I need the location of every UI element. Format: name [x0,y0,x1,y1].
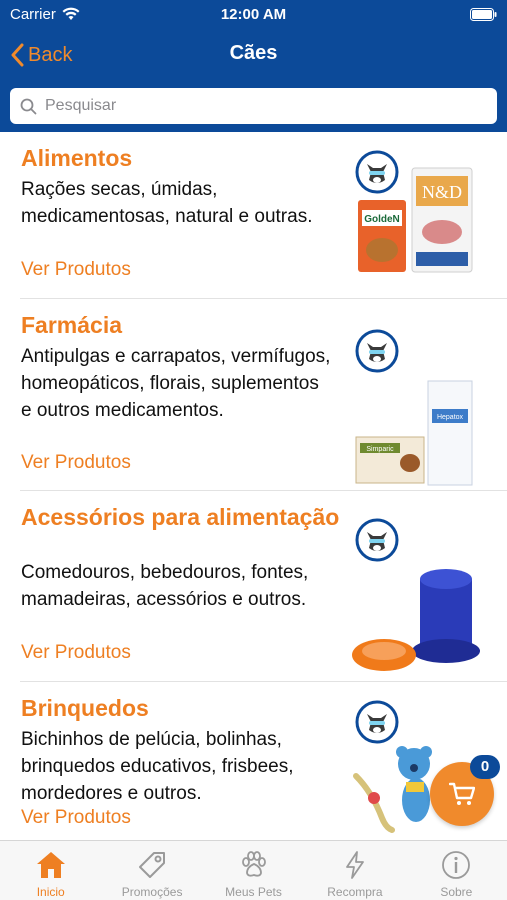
cart-icon [449,782,475,805]
status-bar: Carrier 12:00 AM [0,0,507,30]
category-item-acessorios[interactable]: Acessórios para alimentação Comedouros, … [0,491,507,681]
category-title: Brinquedos [21,695,149,721]
search-bar [0,80,507,132]
dog-badge-icon [355,700,399,744]
medicine-boxes-icon: Hepatox Simparic [355,380,473,486]
svg-text:Hepatox: Hepatox [437,414,464,421]
tab-promocoes[interactable]: Promoções [101,841,202,900]
status-time: 12:00 AM [220,6,287,23]
category-list: Alimentos Rações secas, úmidas, medicame… [0,132,507,840]
ver-produtos-link[interactable]: Ver Produtos [21,258,131,282]
category-description: Comedouros, bebedouros, fontes, mamadeir… [21,562,309,610]
cart-count-badge: 0 [470,755,500,779]
tag-icon [139,852,166,878]
page-title: Cães [229,42,278,64]
info-icon [442,851,471,879]
svg-text:GoldeN: GoldeN [364,214,400,225]
tab-bar: Inicio Promoções Meus Pets Recompra Sobr… [0,840,507,900]
category-item-farmacia[interactable]: Farmácia Antipulgas e carrapatos, vermíf… [0,299,507,490]
tab-label: Promoções [121,885,183,899]
tab-label: Sobre [440,885,473,899]
category-title: Acessórios para alimentação [21,504,340,530]
tab-meus-pets[interactable]: Meus Pets [203,841,304,900]
category-item-brinquedos[interactable]: Brinquedos Bichinhos de pelúcia, bolinha… [0,682,507,840]
category-description: Rações secas, úmidas, medicamentosas, na… [21,179,313,227]
svg-text:N&D: N&D [422,182,462,202]
tab-label: Inicio [36,885,65,899]
battery-icon [470,8,497,21]
dog-food-packages-icon: N&D GoldeN [358,167,473,273]
category-item-alimentos[interactable]: Alimentos Rações secas, úmidas, medicame… [0,132,507,298]
tab-label: Meus Pets [225,885,282,899]
ver-produtos-link[interactable]: Ver Produtos [21,451,131,475]
category-description: Bichinhos de pelúcia, bolinhas, brinqued… [21,729,294,804]
tab-label: Recompra [327,885,383,899]
paw-icon [241,851,266,877]
search-field[interactable] [10,88,497,124]
ver-produtos-link[interactable]: Ver Produtos [21,806,131,830]
dog-badge-icon [355,518,399,562]
bowl-and-water-dispenser-icon [352,569,480,671]
lightning-icon [346,851,364,879]
svg-text:Simparic: Simparic [366,446,394,453]
ver-produtos-link[interactable]: Ver Produtos [21,641,131,665]
home-icon [36,852,65,878]
dog-badge-icon [355,329,399,373]
category-description: Antipulgas e carrapatos, vermífugos, hom… [21,346,331,421]
plush-toy-and-rope-icon [353,746,432,833]
category-title: Farmácia [21,312,123,338]
category-title: Alimentos [21,145,133,171]
tab-recompra[interactable]: Recompra [304,841,405,900]
navigation-bar: Back Cães [0,30,507,80]
search-icon [20,98,37,114]
tab-sobre[interactable]: Sobre [406,841,507,900]
search-input[interactable] [45,97,465,115]
tab-inicio[interactable]: Inicio [0,841,101,900]
